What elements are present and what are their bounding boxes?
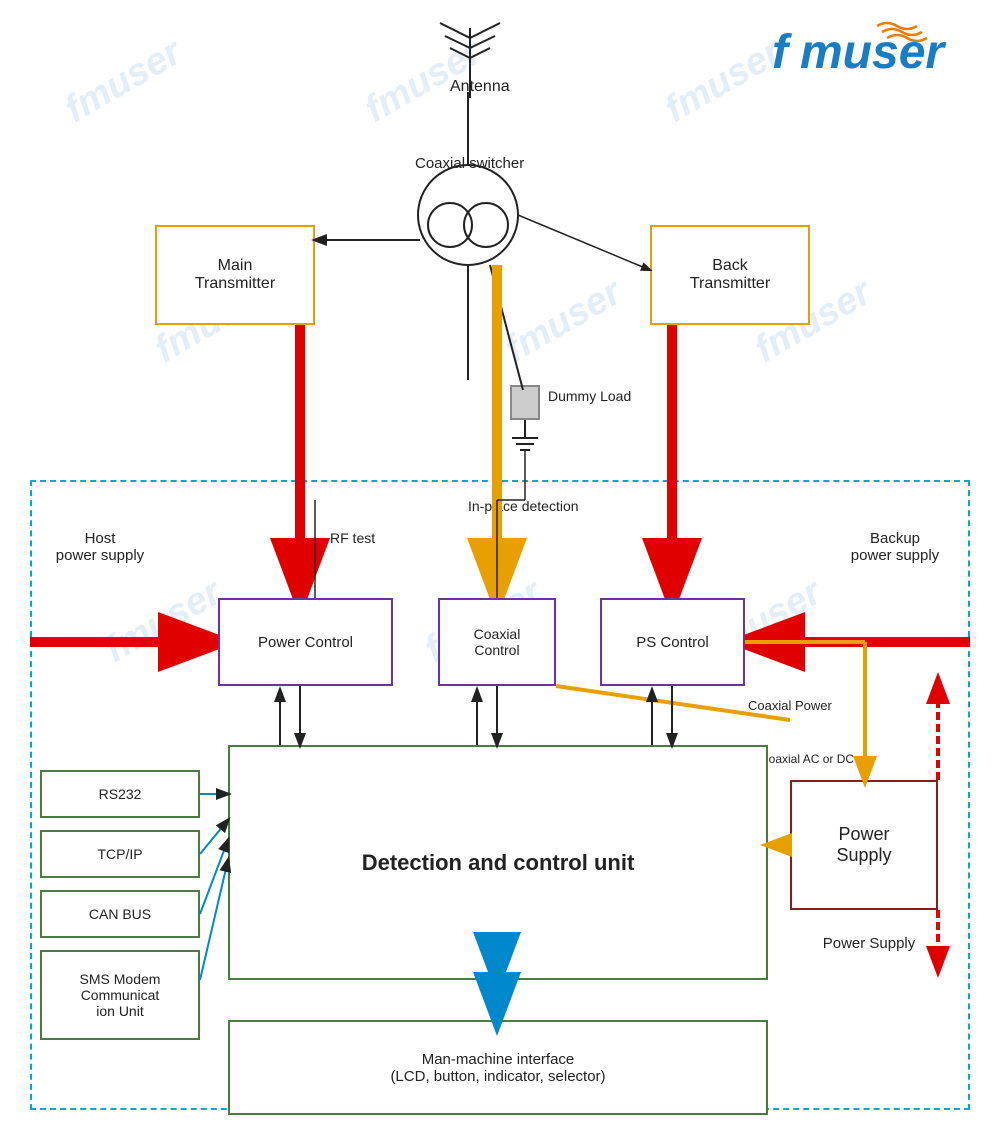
coaxial-switcher-label: Coaxial switcher <box>415 155 524 172</box>
dummy-load-label: Dummy Load <box>548 388 631 404</box>
back-transmitter-box: Back Transmitter <box>650 225 810 325</box>
logo: f muser <box>772 18 972 78</box>
coaxial-control-box: Coaxial Control <box>438 598 556 686</box>
dummy-load-box <box>510 385 540 420</box>
rs232-box: RS232 <box>40 770 200 818</box>
svg-text:f: f <box>772 26 792 78</box>
watermark-5: fmuser <box>498 271 629 372</box>
sms-modem-box: SMS Modem Communicat ion Unit <box>40 950 200 1040</box>
man-machine-box: Man-machine interface (LCD, button, indi… <box>228 1020 768 1115</box>
system-diagram: fmuser fmuser fmuser fmuser fmuser fmuse… <box>0 0 1000 1148</box>
ps-control-box: PS Control <box>600 598 745 686</box>
svg-text:muser: muser <box>800 26 946 78</box>
detection-control-box: Detection and control unit <box>228 745 768 980</box>
watermark-3: fmuser <box>658 31 789 132</box>
watermark-1: fmuser <box>58 31 189 132</box>
antenna-label: Antenna <box>450 78 510 96</box>
main-transmitter-box: Main Transmitter <box>155 225 315 325</box>
power-control-box: Power Control <box>218 598 393 686</box>
tcp-ip-box: TCP/IP <box>40 830 200 878</box>
can-bus-box: CAN BUS <box>40 890 200 938</box>
power-supply-box: Power Supply <box>790 780 938 910</box>
